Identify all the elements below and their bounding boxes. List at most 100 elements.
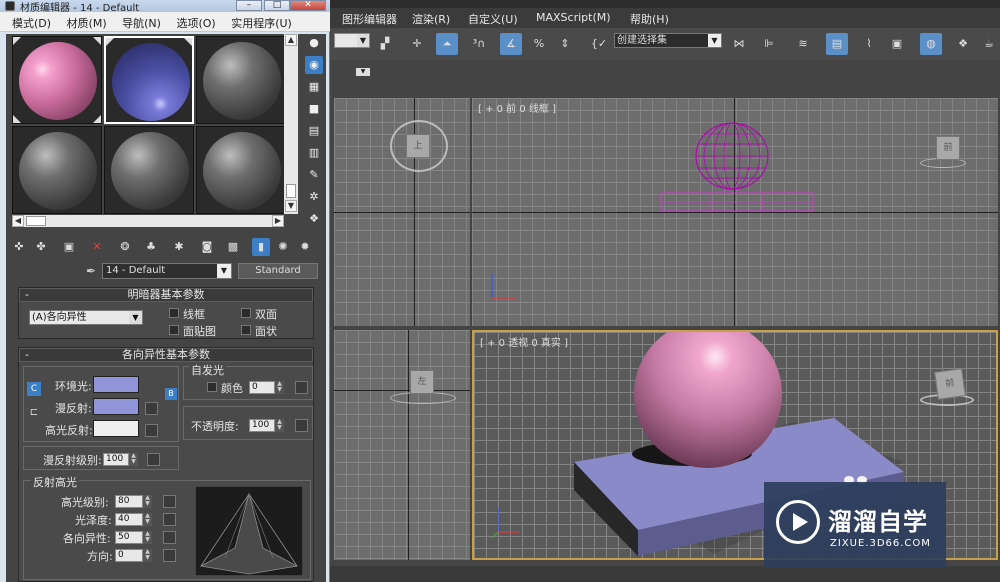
- viewport-top[interactable]: 上: [334, 98, 470, 326]
- viewport-front[interactable]: [ + 0 前 0 线框 ] 前: [472, 98, 998, 326]
- render-frame-icon[interactable]: ☕: [978, 33, 1000, 55]
- sample-type-icon[interactable]: ●: [305, 34, 323, 52]
- select-by-material-icon[interactable]: ✲: [305, 188, 323, 206]
- angle-snap-icon[interactable]: ∡: [500, 33, 522, 55]
- opacity-spinner[interactable]: 100 ▲ ▼: [249, 419, 284, 432]
- opacity-map-button[interactable]: [295, 419, 308, 432]
- align-icon[interactable]: ⊫: [758, 33, 780, 55]
- make-unique-icon[interactable]: ♣: [142, 238, 160, 256]
- options-icon[interactable]: ✎: [305, 166, 323, 184]
- use-pivot-center-icon[interactable]: ▞: [374, 33, 396, 55]
- render-setup-icon[interactable]: ❖: [952, 33, 974, 55]
- go-forward-sibling-icon[interactable]: ✹: [296, 238, 314, 256]
- show-map-in-viewport-icon[interactable]: ▩: [224, 238, 242, 256]
- lock-ambient-diffuse-icon[interactable]: C: [27, 382, 41, 396]
- material-editor-icon[interactable]: ◍: [920, 33, 942, 55]
- glossiness-map-button[interactable]: [163, 513, 176, 526]
- diffuse-map-button[interactable]: [145, 402, 158, 415]
- spinner-arrows-icon[interactable]: ▲ ▼: [129, 453, 138, 466]
- menu-mode[interactable]: 模式(D): [12, 12, 51, 31]
- snaps-toggle-icon[interactable]: ³∩: [468, 33, 490, 55]
- menu-help[interactable]: 帮助(H): [630, 11, 669, 27]
- make-preview-icon[interactable]: ▥: [305, 144, 323, 162]
- scroll-thumb[interactable]: [286, 184, 296, 198]
- spinner-arrows-icon[interactable]: ▲ ▼: [143, 549, 152, 562]
- named-selection-set-dropdown[interactable]: 创建选择集 ▼: [614, 33, 722, 48]
- spinner-arrows-icon[interactable]: ▲ ▼: [143, 495, 152, 508]
- self-illum-map-button[interactable]: [295, 381, 308, 394]
- diffuse-color-swatch[interactable]: [93, 398, 139, 415]
- eyedropper-icon[interactable]: ✒: [82, 262, 100, 280]
- scroll-down-arrow-icon[interactable]: ▼: [285, 200, 297, 212]
- material-slot-5[interactable]: [104, 126, 194, 214]
- backlight-icon[interactable]: ◉: [305, 56, 323, 74]
- curve-editor-icon[interactable]: ⌇: [858, 33, 880, 55]
- menu-material[interactable]: 材质(M): [67, 12, 107, 31]
- keyboard-shortcut-override-icon[interactable]: ⏶: [436, 33, 458, 55]
- put-to-scene-icon[interactable]: ✤: [32, 238, 50, 256]
- spec-level-spinner[interactable]: 80 ▲ ▼: [115, 495, 152, 508]
- two-sided-checkbox[interactable]: [241, 308, 251, 318]
- material-id-channel-icon[interactable]: ◙: [198, 238, 216, 256]
- scroll-right-arrow-icon[interactable]: ▶: [272, 215, 284, 227]
- spinner-snap-icon[interactable]: ⇕: [554, 33, 576, 55]
- anisotropy-map-button[interactable]: [163, 531, 176, 544]
- material-slot-1[interactable]: [12, 36, 102, 124]
- viewcube-top[interactable]: 上: [406, 134, 430, 158]
- material-type-button[interactable]: Standard: [238, 263, 318, 279]
- diffuse-level-spinner[interactable]: 100 ▲ ▼: [103, 453, 138, 466]
- lock-map-icon[interactable]: B: [165, 388, 177, 400]
- video-color-check-icon[interactable]: ▤: [305, 122, 323, 140]
- glossiness-spinner[interactable]: 40 ▲ ▼: [115, 513, 152, 526]
- material-slot-3[interactable]: [196, 36, 286, 124]
- menu-rendering[interactable]: 渲染(R): [412, 11, 450, 27]
- spinner-arrows-icon[interactable]: ▲ ▼: [275, 419, 284, 432]
- make-copy-icon[interactable]: ❂: [116, 238, 134, 256]
- shader-type-dropdown[interactable]: (A)各向异性 ▼: [29, 310, 143, 325]
- material-slot-6[interactable]: [196, 126, 286, 214]
- menu-options[interactable]: 选项(O): [176, 12, 215, 31]
- spinner-arrows-icon[interactable]: ▲ ▼: [143, 531, 152, 544]
- orientation-spinner[interactable]: 0 ▲ ▼: [115, 549, 152, 562]
- spinner-arrows-icon[interactable]: ▲ ▼: [275, 381, 284, 394]
- scroll-left-arrow-icon[interactable]: ◀: [12, 215, 24, 227]
- material-slot-2[interactable]: [104, 36, 194, 124]
- schematic-view-icon[interactable]: ▣: [886, 33, 908, 55]
- slot-vertical-scrollbar[interactable]: ▲ ▼: [284, 34, 298, 214]
- minimize-button[interactable]: –: [236, 0, 262, 11]
- sample-uv-tiling-icon[interactable]: ■: [305, 100, 323, 118]
- dropdown-arrow-icon[interactable]: ▼: [217, 264, 231, 278]
- put-to-library-icon[interactable]: ✱: [170, 238, 188, 256]
- dropdown-arrow-icon[interactable]: ▼: [357, 34, 369, 47]
- reset-map-icon[interactable]: ✕: [88, 238, 106, 256]
- viewcube-front[interactable]: 前: [936, 136, 960, 160]
- menu-customize[interactable]: 自定义(U): [468, 11, 518, 27]
- show-end-result-icon[interactable]: ▮: [252, 238, 270, 256]
- layer-manager-icon[interactable]: ≋: [792, 33, 814, 55]
- close-button[interactable]: ✕: [290, 0, 326, 11]
- ambient-color-swatch[interactable]: [93, 376, 139, 393]
- viewcube-perspective[interactable]: 前: [934, 368, 966, 400]
- anisotropy-spinner[interactable]: 50 ▲ ▼: [115, 531, 152, 544]
- lock-diffuse-specular-icon[interactable]: ⊏: [27, 406, 41, 420]
- menu-utilities[interactable]: 实用程序(U): [231, 12, 292, 31]
- scroll-thumb[interactable]: [26, 216, 46, 226]
- wire-checkbox[interactable]: [169, 308, 179, 318]
- self-illum-spinner[interactable]: 0 ▲ ▼: [249, 381, 284, 394]
- spinner-arrows-icon[interactable]: ▲ ▼: [143, 513, 152, 526]
- viewcube-left[interactable]: 左: [410, 370, 434, 394]
- dropdown-arrow-icon[interactable]: ▼: [708, 34, 721, 47]
- slot-horizontal-scrollbar[interactable]: ◀ ▶: [12, 215, 284, 227]
- face-map-checkbox[interactable]: [169, 325, 179, 335]
- mirror-icon[interactable]: ⋈: [728, 33, 750, 55]
- material-map-navigator-icon[interactable]: ❖: [305, 210, 323, 228]
- go-to-parent-icon[interactable]: ✺: [274, 238, 292, 256]
- graphite-modeling-icon[interactable]: ▤: [826, 33, 848, 55]
- select-manipulate-icon[interactable]: ✛: [406, 33, 428, 55]
- get-material-icon[interactable]: ✜: [10, 238, 28, 256]
- specular-color-swatch[interactable]: [93, 420, 139, 437]
- viewport-left[interactable]: 左: [334, 330, 470, 560]
- faceted-checkbox[interactable]: [241, 325, 251, 335]
- self-illum-color-checkbox[interactable]: [207, 382, 217, 392]
- material-name-field[interactable]: 14 - Default ▼: [102, 263, 232, 279]
